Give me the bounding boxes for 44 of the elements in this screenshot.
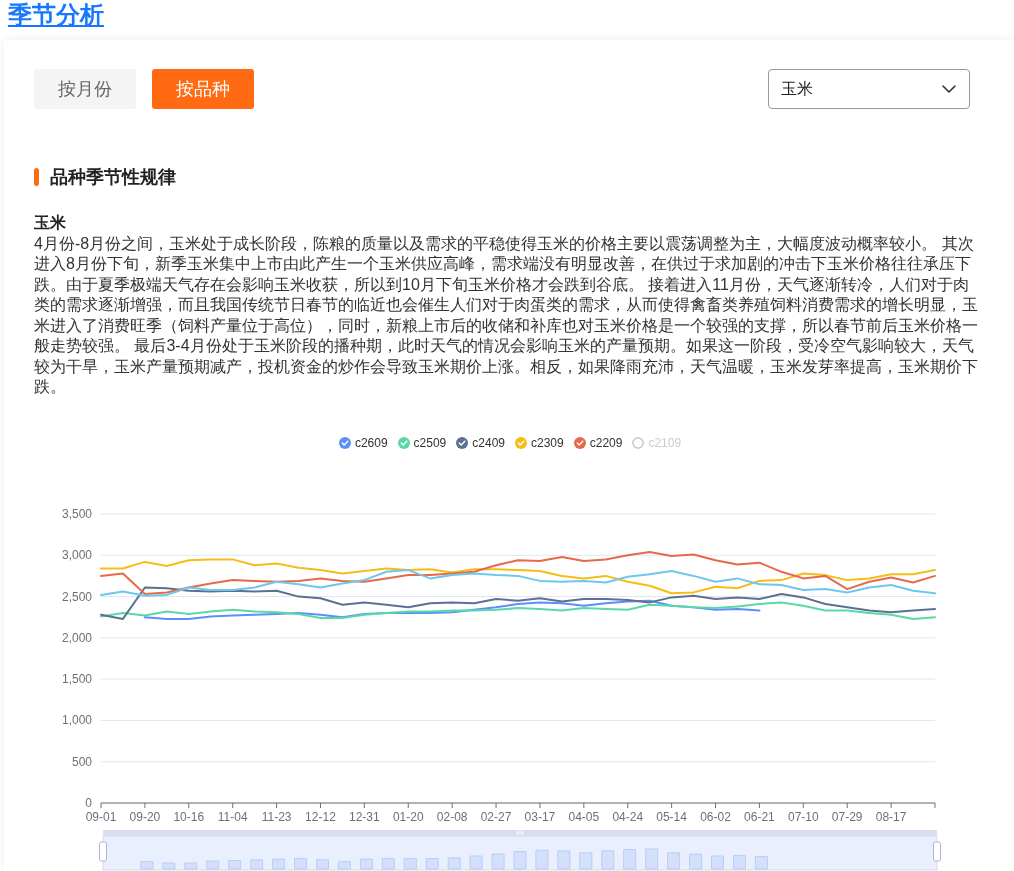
x-axis-label: 06-02 (700, 809, 731, 824)
x-axis-label: 07-10 (787, 809, 819, 824)
chevron-down-icon (942, 85, 956, 93)
heading-accent-bar (34, 168, 39, 186)
x-axis-label: 05-14 (656, 809, 687, 824)
range-handle[interactable] (933, 841, 941, 861)
x-axis-label: 10-16 (173, 809, 205, 824)
x-axis-label: 03-17 (524, 809, 556, 824)
x-axis-label: 04-05 (568, 809, 600, 824)
x-axis-label: 09-20 (129, 809, 161, 824)
x-axis-label: 12-31 (349, 809, 380, 824)
tab[interactable]: 按月份 (34, 69, 136, 109)
x-axis-label: 07-29 (831, 809, 863, 824)
y-axis-label: 2,000 (61, 630, 92, 645)
y-axis-label: 0 (85, 795, 92, 810)
zoom-move-bar[interactable] (103, 829, 937, 836)
legend-item[interactable]: c2609 (338, 435, 388, 450)
x-axis-label: 06-21 (744, 809, 775, 824)
y-axis-label: 3,000 (61, 547, 92, 562)
range-handle[interactable] (99, 841, 107, 861)
variety-select[interactable]: 玉米 (768, 69, 970, 109)
legend-item[interactable]: c2409 (456, 435, 505, 450)
x-axis-label: 12-12 (305, 809, 336, 824)
x-axis-label: 01-20 (392, 809, 424, 824)
x-axis-label: 11-04 (217, 809, 248, 824)
x-axis-label: 02-27 (480, 809, 512, 824)
y-axis-label: 500 (71, 754, 92, 769)
legend-item[interactable]: c2309 (515, 435, 564, 450)
x-axis-label: 04-24 (612, 809, 644, 824)
legend-item[interactable]: c2509 (397, 435, 447, 450)
y-axis-label: 3,500 (61, 506, 92, 521)
y-axis-label: 2,500 (61, 589, 92, 604)
x-axis-label: 09-01 (85, 809, 117, 824)
x-axis-label: 02-08 (436, 809, 468, 824)
y-axis-label: 1,000 (61, 712, 92, 727)
x-axis-label: 11-23 (261, 809, 292, 824)
variety-name: 玉米 (34, 213, 67, 233)
description-text: 4月份-8月份之间，玉米处于成长阶段，陈粮的质量以及需求的平稳使得玉米的价格主要以震荡调整为主，大幅度波动概率较小。 其次进入8月份下旬，新季玉米集中上市由此产生一个玉米供应高峰，需求端没有明显改善，在供过于求加剧的冲击下玉米价格往往承压下跌。由于夏季极端天气存在会影响玉米收获，所以到10月下旬玉米价格才会跌到谷底。 接着进入11月份，天气逐渐转冷，人们对于肉类的需求逐渐增强，而且我国传统节日春节的临近也会催生人们对于肉蛋类的需求，从而使得禽畜类养殖饲料消费需求的增长明显，玉米进入了消费旺季（饲料产量位于高位），同时，新粮上市后的收储和补库也对玉米价格是一个较强的支撑，所以春节前后玉米价格一般走势较强。 最后3-4月份处于玉米阶段的播种期，此时天气的情况会影响玉米的产量预期。如果这一阶段，受冷空气影响较大，天气较为干旱，玉米产量预期减产，投机资金的炒作会导致玉米期价上涨。相反，如果降雨充沛，天气温暖，玉米发芽率提高，玉米期价下跌。 (34, 233, 979, 397)
y-axis-label: 1,500 (61, 671, 92, 686)
section-heading: 品种季节性规律 (50, 167, 176, 187)
page-title-link[interactable]: 季节分析 (8, 0, 104, 30)
grip-icon (517, 830, 523, 835)
x-axis-label: 08-17 (875, 809, 907, 824)
legend-item[interactable]: c2209 (573, 435, 623, 450)
